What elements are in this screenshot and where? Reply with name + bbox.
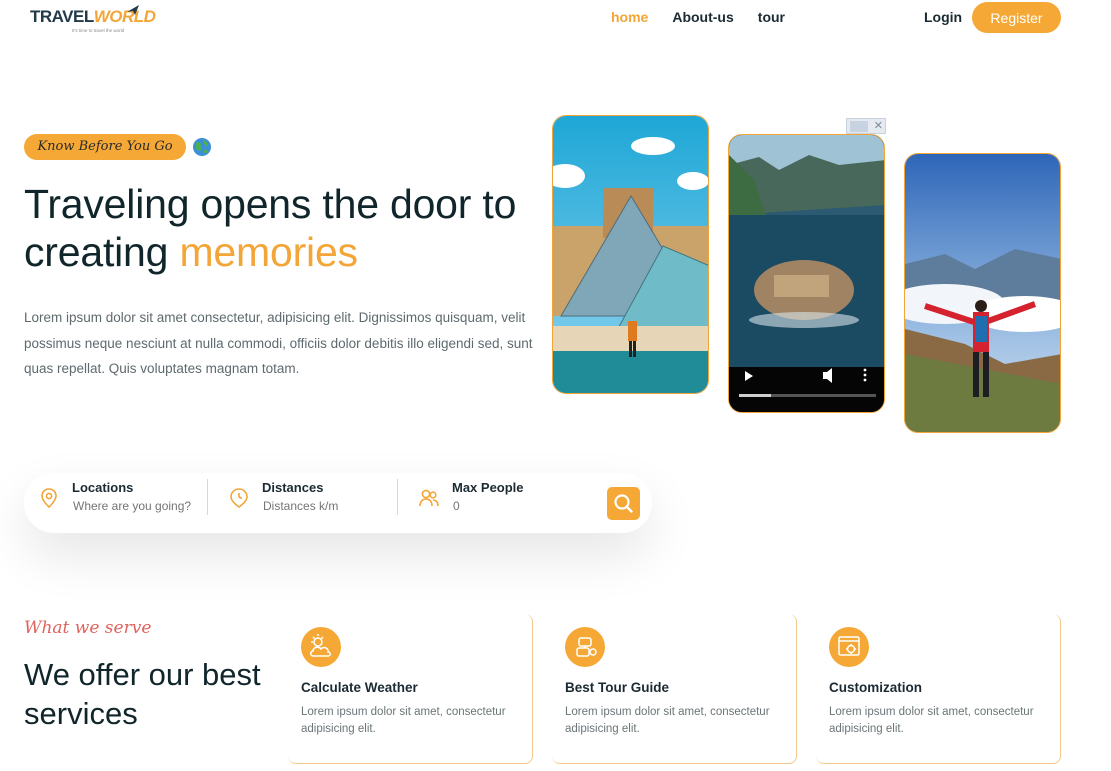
- location-input[interactable]: [73, 499, 193, 513]
- airplane-icon: [127, 5, 139, 15]
- hero-image-louvre: [552, 115, 709, 394]
- location-label: Locations: [72, 480, 134, 495]
- hero-description: Lorem ipsum dolor sit amet consectetur, …: [24, 310, 533, 376]
- ad-play-icon: [850, 121, 868, 132]
- ad-close-icon[interactable]: ✕: [874, 120, 883, 133]
- service-card-description: Lorem ipsum dolor sit amet, consectetur …: [565, 706, 770, 735]
- ad-choices-badge[interactable]: ✕: [846, 118, 886, 134]
- service-card-title: Best Tour Guide: [565, 680, 670, 695]
- search-divider: [397, 479, 398, 515]
- login-link[interactable]: Login: [924, 9, 962, 25]
- search-icon: [614, 494, 633, 513]
- globe-icon: [193, 138, 211, 156]
- service-card-guide[interactable]: Best Tour Guide Lorem ipsum dolor sit am…: [552, 614, 797, 764]
- logo-tagline: It's time to travel the world: [72, 28, 125, 33]
- travelworld-logo[interactable]: TRAVELWORLD It's time to travel the worl…: [30, 4, 156, 36]
- distance-label: Distances: [262, 480, 324, 495]
- nav-tour[interactable]: tour: [758, 9, 785, 25]
- service-card-customization[interactable]: Customization Lorem ipsum dolor sit amet…: [816, 614, 1061, 764]
- hero-badge-row: Know Before You Go: [24, 134, 212, 160]
- register-button[interactable]: Register: [972, 2, 1061, 33]
- hero-video-fortress[interactable]: [728, 134, 885, 413]
- guide-icon: [565, 627, 605, 667]
- people-label: Max People: [452, 480, 524, 495]
- map-pin-icon: [41, 488, 57, 509]
- know-before-badge: Know Before You Go: [24, 134, 186, 160]
- people-input[interactable]: [453, 499, 573, 513]
- hero-image-hiker: [904, 153, 1061, 433]
- hero-title: Traveling opens the door to creating mem…: [24, 181, 517, 275]
- nav-home[interactable]: home: [611, 9, 648, 25]
- users-icon: [419, 489, 439, 507]
- search-bar: Locations Distances Max People: [24, 473, 652, 533]
- services-title: We offer our best services: [24, 657, 261, 731]
- service-card-title: Calculate Weather: [301, 680, 418, 695]
- main-nav: home About-us tour: [611, 9, 809, 25]
- clock-pin-icon: [230, 488, 248, 508]
- hero-title-highlight: memories: [179, 229, 358, 275]
- service-card-weather[interactable]: Calculate Weather Lorem ipsum dolor sit …: [288, 614, 533, 764]
- service-card-title: Customization: [829, 680, 922, 695]
- weather-icon: [301, 627, 341, 667]
- site-header: TRAVELWORLD It's time to travel the worl…: [0, 0, 1111, 40]
- service-card-description: Lorem ipsum dolor sit amet, consectetur …: [829, 706, 1034, 735]
- services-subtitle: What we serve: [24, 618, 152, 638]
- nav-about-us[interactable]: About-us: [672, 9, 733, 25]
- service-card-description: Lorem ipsum dolor sit amet, consectetur …: [301, 706, 506, 735]
- customization-icon: [829, 627, 869, 667]
- search-divider: [207, 479, 208, 515]
- search-button[interactable]: [607, 487, 640, 520]
- distance-input[interactable]: [263, 499, 383, 513]
